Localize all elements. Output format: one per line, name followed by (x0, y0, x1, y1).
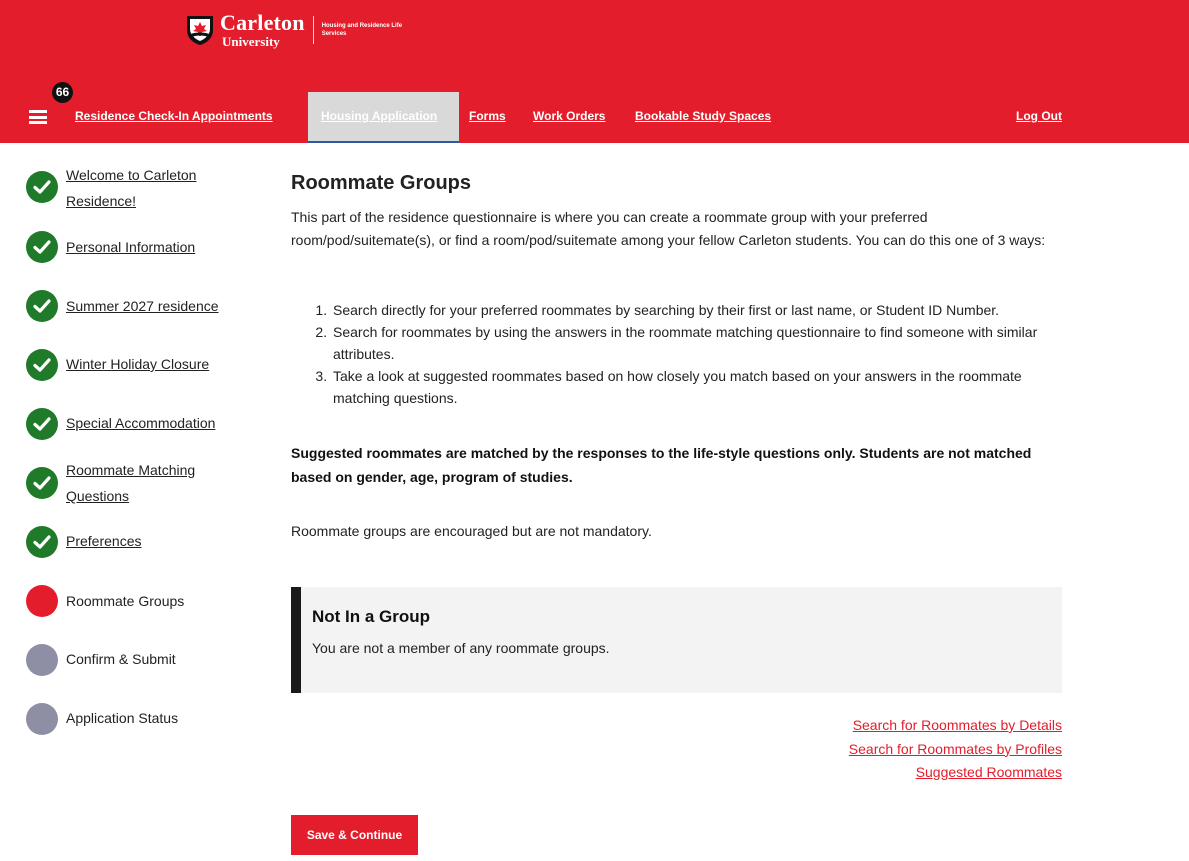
logout-link[interactable]: Log Out (1016, 109, 1062, 123)
encouraged-text: Roommate groups are encouraged but are n… (291, 523, 652, 539)
nav-residence-check-in[interactable]: Residence Check-In Appointments (75, 109, 273, 123)
checkmark-icon (26, 171, 58, 203)
nav-housing-application-label: Housing Application (321, 109, 438, 123)
group-status-box: Not In a Group You are not a member of a… (291, 587, 1062, 693)
logo-name: Carleton (220, 10, 305, 35)
nav-housing-application[interactable]: Housing Application (308, 92, 459, 143)
sidebar-item-label: Confirm & Submit (66, 651, 176, 667)
list-item: Search for roommates by using the answer… (331, 321, 1051, 365)
roommate-search-links: Search for Roommates by Details Search f… (849, 714, 1062, 785)
pending-step-icon (26, 703, 58, 735)
list-item: Search directly for your preferred roomm… (331, 299, 1051, 321)
sidebar-item-label[interactable]: Roommate Matching Questions (66, 457, 236, 509)
matching-note: Suggested roommates are matched by the r… (291, 445, 1032, 485)
checkmark-icon (26, 231, 58, 263)
intro-paragraph: This part of the residence questionnaire… (291, 209, 1046, 248)
sidebar-item-label: Application Status (66, 710, 179, 726)
sidebar-item-label[interactable]: Preferences (66, 528, 256, 554)
pending-step-icon (26, 644, 58, 676)
sidebar-item-label[interactable]: Summer 2027 residence (66, 293, 256, 319)
checkmark-icon (26, 290, 58, 322)
logo-department: Housing and Residence Life Services (321, 23, 403, 37)
sidebar-item-label[interactable]: Winter Holiday Closure (66, 351, 256, 377)
notification-badge[interactable]: 66 (52, 82, 73, 103)
checkmark-icon (26, 467, 58, 499)
search-by-profiles-link[interactable]: Search for Roommates by Profiles (849, 738, 1062, 762)
sidebar-item-label[interactable]: Special Accommodation (66, 410, 256, 436)
page-title: Roommate Groups (291, 172, 472, 194)
nav-work-orders[interactable]: Work Orders (533, 109, 605, 123)
carleton-shield-icon (187, 16, 213, 45)
save-continue-button[interactable]: Save & Continue (291, 815, 418, 855)
group-status-title: Not In a Group (312, 607, 431, 626)
list-item: Take a look at suggested roommates based… (331, 365, 1051, 409)
nav-forms[interactable]: Forms (469, 109, 506, 123)
nav-bookable-study-spaces[interactable]: Bookable Study Spaces (635, 109, 771, 123)
ways-list: Search directly for your preferred roomm… (291, 299, 1051, 409)
logo-university: University (222, 34, 280, 49)
checkmark-icon (26, 408, 58, 440)
sidebar-item-label[interactable]: Personal Information (66, 234, 256, 260)
current-step-icon (26, 585, 58, 617)
carleton-logo[interactable]: Carleton University Housing and Residenc… (185, 10, 412, 50)
suggested-roommates-link[interactable]: Suggested Roommates (849, 761, 1062, 785)
sidebar-item-label: Roommate Groups (66, 593, 185, 609)
search-by-details-link[interactable]: Search for Roommates by Details (849, 714, 1062, 738)
group-status-text: You are not a member of any roommate gro… (312, 640, 610, 656)
site-header: Carleton University Housing and Residenc… (0, 0, 1189, 143)
hamburger-menu-icon[interactable] (29, 110, 47, 124)
sidebar-item-label[interactable]: Welcome to Carleton Residence! (66, 162, 256, 214)
checkmark-icon (26, 349, 58, 381)
checkmark-icon (26, 526, 58, 558)
logo-divider (312, 16, 314, 44)
